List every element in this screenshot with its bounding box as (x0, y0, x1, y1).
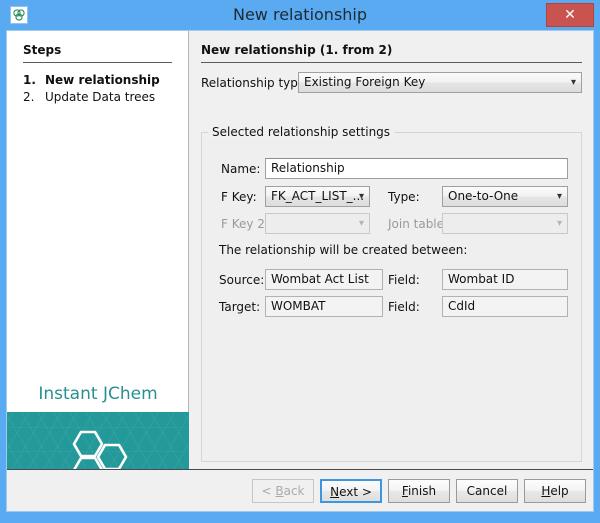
relationship-type-select[interactable]: Existing Foreign Key ▾ (298, 72, 582, 93)
join-table-select: ▾ (442, 213, 568, 234)
back-mnemonic: B (275, 484, 283, 498)
f-key-2-label: F Key 2: (221, 217, 269, 231)
target-field-input[interactable]: CdId (442, 296, 568, 317)
dialog-footer: < Back Next > Finish Cancel Help (7, 469, 593, 511)
name-input[interactable]: Relationship (265, 158, 568, 179)
chevron-down-icon: ▾ (359, 187, 364, 206)
next-mnemonic: N (330, 485, 339, 499)
relationship-between-heading: The relationship will be created between… (219, 243, 467, 257)
sidebar-step-new-relationship: 1.New relationship (23, 73, 160, 87)
next-suffix: ext > (339, 485, 372, 499)
help-mnemonic: H (541, 484, 550, 498)
name-label: Name: (221, 162, 260, 176)
target-field-label: Field: (388, 300, 420, 314)
next-button[interactable]: Next > (320, 479, 382, 503)
type-select[interactable]: One-to-One ▾ (442, 186, 568, 207)
title-bar: New relationship ✕ (0, 0, 600, 30)
new-relationship-dialog: New relationship ✕ Steps 1.New relations… (0, 0, 600, 523)
chevron-down-icon: ▾ (557, 214, 562, 233)
source-input[interactable]: Wombat Act List (265, 269, 383, 290)
f-key-2-select: ▾ (265, 213, 370, 234)
page-title-divider (201, 62, 582, 63)
target-label: Target: (219, 300, 260, 314)
target-field-value: CdId (448, 299, 475, 313)
close-icon[interactable]: ✕ (546, 3, 594, 27)
group-legend: Selected relationship settings (208, 125, 394, 139)
chevron-down-icon: ▾ (557, 187, 562, 206)
step-number: 2. (23, 90, 45, 104)
name-value: Relationship (271, 161, 345, 175)
sidebar-step-update-data-trees: 2.Update Data trees (23, 90, 155, 104)
step-number: 1. (23, 73, 45, 87)
brand-name: Instant JChem (7, 384, 189, 404)
page-title: New relationship (1. from 2) (201, 43, 392, 57)
back-button: < Back (252, 479, 314, 503)
source-value: Wombat Act List (271, 272, 369, 286)
join-table-label: Join table: (388, 217, 448, 231)
source-field-value: Wombat ID (448, 272, 514, 286)
wizard-main-panel: New relationship (1. from 2) Relationshi… (190, 31, 593, 469)
source-field-input[interactable]: Wombat ID (442, 269, 568, 290)
type-label: Type: (388, 190, 420, 204)
type-value: One-to-One (448, 189, 518, 203)
relationship-type-label: Relationship type: (201, 76, 309, 90)
back-prefix: < (261, 484, 275, 498)
target-input[interactable]: WOMBAT (265, 296, 383, 317)
help-suffix: elp (550, 484, 568, 498)
chevron-down-icon: ▾ (359, 214, 364, 233)
step-label: New relationship (45, 73, 160, 87)
relationship-type-value: Existing Foreign Key (304, 75, 425, 89)
f-key-label: F Key: (221, 190, 257, 204)
back-suffix: ack (284, 484, 305, 498)
f-key-select[interactable]: FK_ACT_LIST_... ▾ (265, 186, 370, 207)
dialog-client-area: Steps 1.New relationship 2.Update Data t… (6, 30, 594, 512)
steps-sidebar: Steps 1.New relationship 2.Update Data t… (7, 31, 189, 469)
target-value: WOMBAT (271, 299, 326, 313)
window-title: New relationship (0, 0, 600, 30)
f-key-value: FK_ACT_LIST_... (271, 189, 364, 203)
cancel-prefix: Cancel (467, 484, 508, 498)
steps-divider (23, 62, 172, 63)
source-field-label: Field: (388, 273, 420, 287)
finish-button[interactable]: Finish (388, 479, 450, 503)
chevron-down-icon: ▾ (571, 73, 576, 92)
steps-heading: Steps (23, 43, 61, 57)
cancel-button[interactable]: Cancel (456, 479, 518, 503)
step-label: Update Data trees (45, 90, 155, 104)
help-button[interactable]: Help (524, 479, 586, 503)
finish-suffix: inish (408, 484, 436, 498)
source-label: Source: (219, 273, 264, 287)
